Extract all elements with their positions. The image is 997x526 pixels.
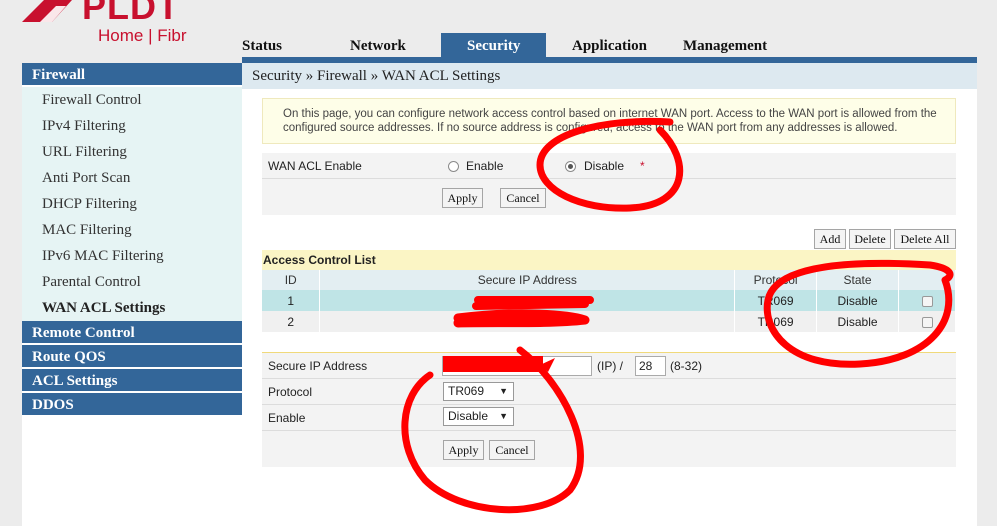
secure-ip-label: Secure IP Address bbox=[268, 359, 368, 373]
table-row[interactable]: 1 TR069 Disable bbox=[262, 290, 956, 311]
add-button[interactable]: Add bbox=[814, 229, 846, 249]
acl-table: ID Secure IP Address Protocol State 1 TR… bbox=[262, 270, 956, 332]
wan-acl-enable-row: WAN ACL Enable Enable Disable * bbox=[262, 153, 956, 179]
sidebar-item-ipv4-filtering[interactable]: IPv4 Filtering bbox=[22, 113, 242, 139]
row-state: Disable bbox=[816, 311, 900, 332]
row-protocol: TR069 bbox=[734, 311, 818, 332]
col-state: State bbox=[816, 270, 900, 290]
acl-entry-form: Secure IP Address Protocol Enable (IP) /… bbox=[262, 352, 956, 467]
wan-acl-enable-label: WAN ACL Enable bbox=[268, 159, 362, 173]
tab-management[interactable]: Management bbox=[683, 33, 767, 57]
sidebar-item-wan-acl-settings[interactable]: WAN ACL Settings bbox=[22, 295, 242, 321]
disable-radio-label: Disable bbox=[584, 159, 625, 173]
col-id: ID bbox=[262, 270, 321, 290]
row-id: 2 bbox=[262, 311, 321, 332]
acl-title: Access Control List bbox=[262, 250, 956, 270]
row-id: 1 bbox=[262, 290, 321, 311]
logo-mark-icon bbox=[22, 0, 72, 22]
row-checkbox[interactable] bbox=[921, 316, 933, 328]
sidebar-item-dhcp-filtering[interactable]: DHCP Filtering bbox=[22, 191, 242, 217]
sidebar-section-firewall[interactable]: Firewall bbox=[22, 63, 242, 87]
sidebar-item-parental-control[interactable]: Parental Control bbox=[22, 269, 242, 295]
sidebar-item-url-filtering[interactable]: URL Filtering bbox=[22, 139, 242, 165]
sidebar-section-remote-control[interactable]: Remote Control bbox=[22, 321, 242, 345]
protocol-select-value: TR069 bbox=[448, 384, 485, 398]
row-select-cell bbox=[898, 311, 956, 332]
col-secure-ip: Secure IP Address bbox=[319, 270, 736, 290]
row-ip bbox=[319, 311, 736, 332]
sidebar: Firewall Firewall Control IPv4 Filtering… bbox=[22, 63, 242, 526]
enable-select[interactable]: Disable ▼ bbox=[443, 407, 514, 426]
enable-radio-label: Enable bbox=[466, 159, 504, 173]
row-protocol: TR069 bbox=[734, 290, 818, 311]
mask-hint: (8-32) bbox=[670, 359, 703, 373]
wan-acl-enable-form: WAN ACL Enable Enable Disable * Apply Ca… bbox=[262, 153, 956, 215]
ip-suffix: (IP) / bbox=[597, 359, 623, 373]
row-checkbox[interactable] bbox=[921, 295, 933, 307]
col-select bbox=[898, 270, 956, 290]
tab-security[interactable]: Security bbox=[441, 33, 547, 57]
sidebar-item-anti-port-scan[interactable]: Anti Port Scan bbox=[22, 165, 242, 191]
sidebar-item-ipv6-mac-filtering[interactable]: IPv6 MAC Filtering bbox=[22, 243, 242, 269]
entry-apply-button[interactable]: Apply bbox=[443, 440, 484, 460]
enable-row: Enable bbox=[262, 405, 956, 431]
chevron-down-icon: ▼ bbox=[499, 386, 508, 396]
top-navigation: Status Network Security Application Mana… bbox=[242, 33, 977, 57]
protocol-select[interactable]: TR069 ▼ bbox=[443, 382, 514, 401]
required-mark: * bbox=[640, 159, 645, 173]
breadcrumb: Security » Firewall » WAN ACL Settings bbox=[242, 63, 977, 89]
row-ip bbox=[319, 290, 736, 311]
tab-status[interactable]: Status bbox=[242, 33, 282, 57]
sidebar-section-ddos[interactable]: DDOS bbox=[22, 393, 242, 417]
wan-acl-cancel-button[interactable]: Cancel bbox=[500, 188, 546, 208]
sidebar-item-firewall-control[interactable]: Firewall Control bbox=[22, 87, 242, 113]
brand-subtitle: Home | Fibr bbox=[98, 26, 187, 45]
row-select-cell bbox=[898, 290, 956, 311]
main-content: Security » Firewall » WAN ACL Settings O… bbox=[242, 63, 977, 526]
enable-select-value: Disable bbox=[448, 409, 489, 423]
acl-header-row: ID Secure IP Address Protocol State bbox=[262, 270, 956, 290]
entry-cancel-button[interactable]: Cancel bbox=[489, 440, 535, 460]
mask-input[interactable]: 28 bbox=[635, 356, 666, 376]
protocol-label: Protocol bbox=[268, 385, 313, 399]
enable-radio[interactable] bbox=[448, 161, 459, 172]
sidebar-item-mac-filtering[interactable]: MAC Filtering bbox=[22, 217, 242, 243]
tab-network[interactable]: Network bbox=[350, 33, 406, 57]
protocol-row: Protocol bbox=[262, 379, 956, 405]
chevron-down-icon: ▼ bbox=[499, 411, 508, 421]
delete-button[interactable]: Delete bbox=[849, 229, 891, 249]
sidebar-section-route-qos[interactable]: Route QOS bbox=[22, 345, 242, 369]
delete-all-button[interactable]: Delete All bbox=[894, 229, 956, 249]
col-protocol: Protocol bbox=[734, 270, 818, 290]
brand-name: PLDT bbox=[82, 0, 180, 27]
row-state: Disable bbox=[816, 290, 900, 311]
pldt-logo: PLDT Home | Fibr bbox=[22, 0, 232, 48]
enable-label: Enable bbox=[268, 411, 306, 425]
tab-application[interactable]: Application bbox=[572, 33, 647, 57]
sidebar-section-acl-settings[interactable]: ACL Settings bbox=[22, 369, 242, 393]
disable-radio[interactable] bbox=[565, 161, 576, 172]
info-notice: On this page, you can configure network … bbox=[262, 98, 956, 144]
wan-acl-apply-button[interactable]: Apply bbox=[442, 188, 483, 208]
secure-ip-input[interactable] bbox=[442, 356, 592, 376]
table-row[interactable]: 2 TR069 Disable bbox=[262, 311, 956, 332]
access-control-list: Access Control List ID Secure IP Address… bbox=[262, 250, 956, 332]
